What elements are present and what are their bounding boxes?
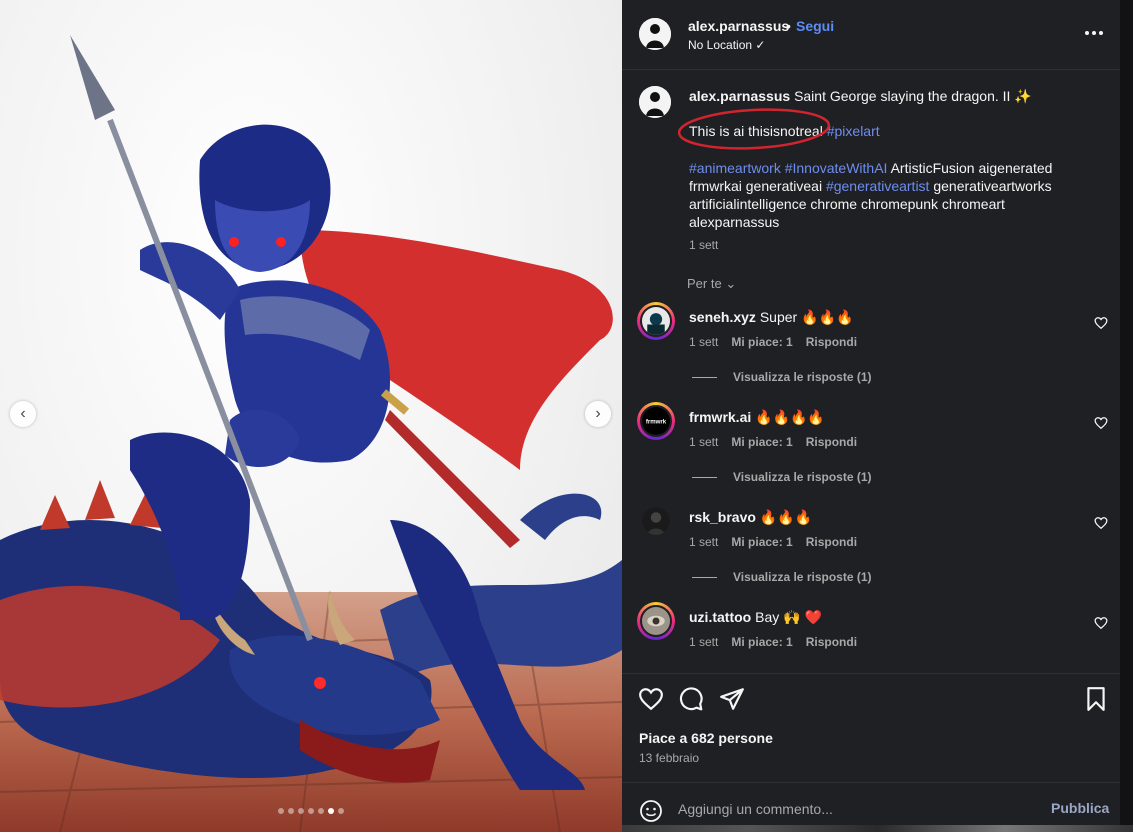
- publish-button[interactable]: Pubblica: [1051, 800, 1109, 816]
- commenter-username[interactable]: frmwrk.ai: [689, 409, 751, 425]
- carousel-dot[interactable]: [308, 808, 314, 814]
- view-replies-label: Visualizza le risposte (1): [733, 370, 872, 384]
- comment-input[interactable]: [678, 797, 1028, 821]
- comment-heart-icon[interactable]: [1094, 316, 1108, 330]
- caption-author-avatar[interactable]: [639, 86, 671, 118]
- heart-icon[interactable]: [638, 686, 664, 712]
- svg-text:frmwrk: frmwrk: [646, 419, 667, 426]
- comment-likes[interactable]: Mi piace: 1: [731, 435, 792, 449]
- likes-count[interactable]: Piace a 682 persone: [639, 730, 773, 746]
- reply-button[interactable]: Rispondi: [806, 435, 857, 449]
- bookmark-icon[interactable]: [1083, 686, 1109, 712]
- comment-text: rsk_bravo 🔥🔥🔥: [689, 509, 1069, 526]
- caption-username[interactable]: alex.parnassus: [689, 88, 790, 104]
- comment-body: Super 🔥🔥🔥: [759, 309, 854, 325]
- view-replies-button[interactable]: Visualizza le risposte (1): [692, 570, 872, 584]
- post-location[interactable]: No Location ✓: [688, 38, 765, 52]
- more-options-icon[interactable]: [1085, 25, 1107, 41]
- carousel-dot[interactable]: [288, 808, 294, 814]
- reply-button[interactable]: Rispondi: [806, 635, 857, 649]
- commenter-username[interactable]: rsk_bravo: [689, 509, 756, 525]
- commenter-avatar[interactable]: [637, 502, 675, 540]
- comment-text: seneh.xyz Super 🔥🔥🔥: [689, 309, 1069, 326]
- hashtag-link[interactable]: #InnovateWithAI: [785, 160, 888, 176]
- post-date: 13 febbraio: [639, 751, 700, 765]
- window-edge: [1120, 0, 1133, 832]
- carousel-dot[interactable]: [328, 808, 334, 814]
- post-caption: alex.parnassus Saint George slaying the …: [689, 87, 1089, 105]
- background-strip: [622, 825, 1133, 832]
- sort-comments-dropdown[interactable]: Per te ⌄: [687, 276, 736, 292]
- comment-heart-icon[interactable]: [1094, 516, 1108, 530]
- next-image-button[interactable]: ›: [585, 401, 611, 427]
- carousel-dot[interactable]: [318, 808, 324, 814]
- comment-body: 🔥🔥🔥🔥: [755, 409, 825, 425]
- carousel-dot[interactable]: [278, 808, 284, 814]
- carousel-dots: [278, 808, 344, 814]
- share-icon[interactable]: [719, 686, 745, 712]
- comment-icon[interactable]: [678, 686, 704, 712]
- commenter-username[interactable]: uzi.tattoo: [689, 609, 751, 625]
- comment-time[interactable]: 1 sett: [689, 335, 718, 349]
- commenter-username[interactable]: seneh.xyz: [689, 309, 756, 325]
- comment-text: frmwrk.ai 🔥🔥🔥🔥: [689, 409, 1069, 426]
- author-username[interactable]: alex.parnassus: [688, 18, 789, 34]
- replies-divider: [692, 476, 717, 478]
- carousel-dot[interactable]: [298, 808, 304, 814]
- comment-likes[interactable]: Mi piace: 1: [731, 535, 792, 549]
- comment-meta: 1 sett Mi piace: 1 Rispondi: [689, 435, 857, 449]
- red-annotation-circle: [677, 108, 831, 150]
- previous-image-button[interactable]: ‹: [10, 401, 36, 427]
- post-actions: Piace a 682 persone 13 febbraio Pubblica: [622, 673, 1120, 832]
- comment-heart-icon[interactable]: [1094, 416, 1108, 430]
- author-avatar[interactable]: [639, 18, 671, 50]
- replies-divider: [692, 576, 717, 578]
- reply-button[interactable]: Rispondi: [806, 335, 857, 349]
- view-replies-button[interactable]: Visualizza le risposte (1): [692, 470, 872, 484]
- commenter-avatar[interactable]: [637, 302, 675, 340]
- comment-likes[interactable]: Mi piace: 1: [731, 335, 792, 349]
- sort-label: Per te: [687, 276, 722, 291]
- comment-text: uzi.tattoo Bay 🙌 ❤️: [689, 609, 1069, 626]
- view-replies-label: Visualizza le risposte (1): [733, 570, 872, 584]
- comment-meta: 1 sett Mi piace: 1 Rispondi: [689, 335, 857, 349]
- hashtag-link[interactable]: #generativeartist: [826, 178, 930, 194]
- commenter-avatar[interactable]: [637, 602, 675, 640]
- caption-timestamp[interactable]: 1 sett: [689, 238, 718, 252]
- replies-divider: [692, 376, 717, 378]
- comment-likes[interactable]: Mi piace: 1: [731, 635, 792, 649]
- view-replies-button[interactable]: Visualizza le risposte (1): [692, 370, 872, 384]
- comment-meta: 1 sett Mi piace: 1 Rispondi: [689, 635, 857, 649]
- header-separator: •: [786, 18, 791, 34]
- comment-heart-icon[interactable]: [1094, 616, 1108, 630]
- emoji-icon[interactable]: [639, 799, 663, 823]
- reply-button[interactable]: Rispondi: [806, 535, 857, 549]
- commenter-avatar[interactable]: frmwrk: [637, 402, 675, 440]
- chevron-down-icon: ⌄: [725, 276, 737, 291]
- comment-item: frmwrk frmwrk.ai 🔥🔥🔥🔥 1 sett Mi piace: 1 Ris…: [622, 402, 1120, 502]
- comment-item: seneh.xyz Super 🔥🔥🔥 1 sett Mi piace: 1 Risp…: [622, 302, 1120, 402]
- hashtag-link[interactable]: #pixelart: [827, 123, 880, 139]
- hashtag-link[interactable]: #animeartwork: [689, 160, 781, 176]
- caption-hashtags: #animeartwork #InnovateWithAI ArtisticFu…: [689, 159, 1089, 231]
- comment-meta: 1 sett Mi piace: 1 Rispondi: [689, 535, 857, 549]
- post-header: alex.parnassus • Segui No Location ✓: [622, 0, 1120, 70]
- knight-and-dragon-illustration: [0, 35, 622, 790]
- carousel-dot[interactable]: [338, 808, 344, 814]
- comment-time[interactable]: 1 sett: [689, 535, 718, 549]
- comment-time[interactable]: 1 sett: [689, 635, 718, 649]
- comment-item: rsk_bravo 🔥🔥🔥 1 sett Mi piace: 1 Rispondi Vi…: [622, 502, 1120, 602]
- comment-time[interactable]: 1 sett: [689, 435, 718, 449]
- comment-body: 🔥🔥🔥: [759, 509, 813, 525]
- follow-button[interactable]: Segui: [796, 18, 834, 34]
- post-image[interactable]: ‹ ›: [0, 0, 622, 832]
- view-replies-label: Visualizza le risposte (1): [733, 470, 872, 484]
- comment-body: Bay 🙌 ❤️: [755, 609, 822, 625]
- caption-text: Saint George slaying the dragon. II ✨: [794, 88, 1032, 104]
